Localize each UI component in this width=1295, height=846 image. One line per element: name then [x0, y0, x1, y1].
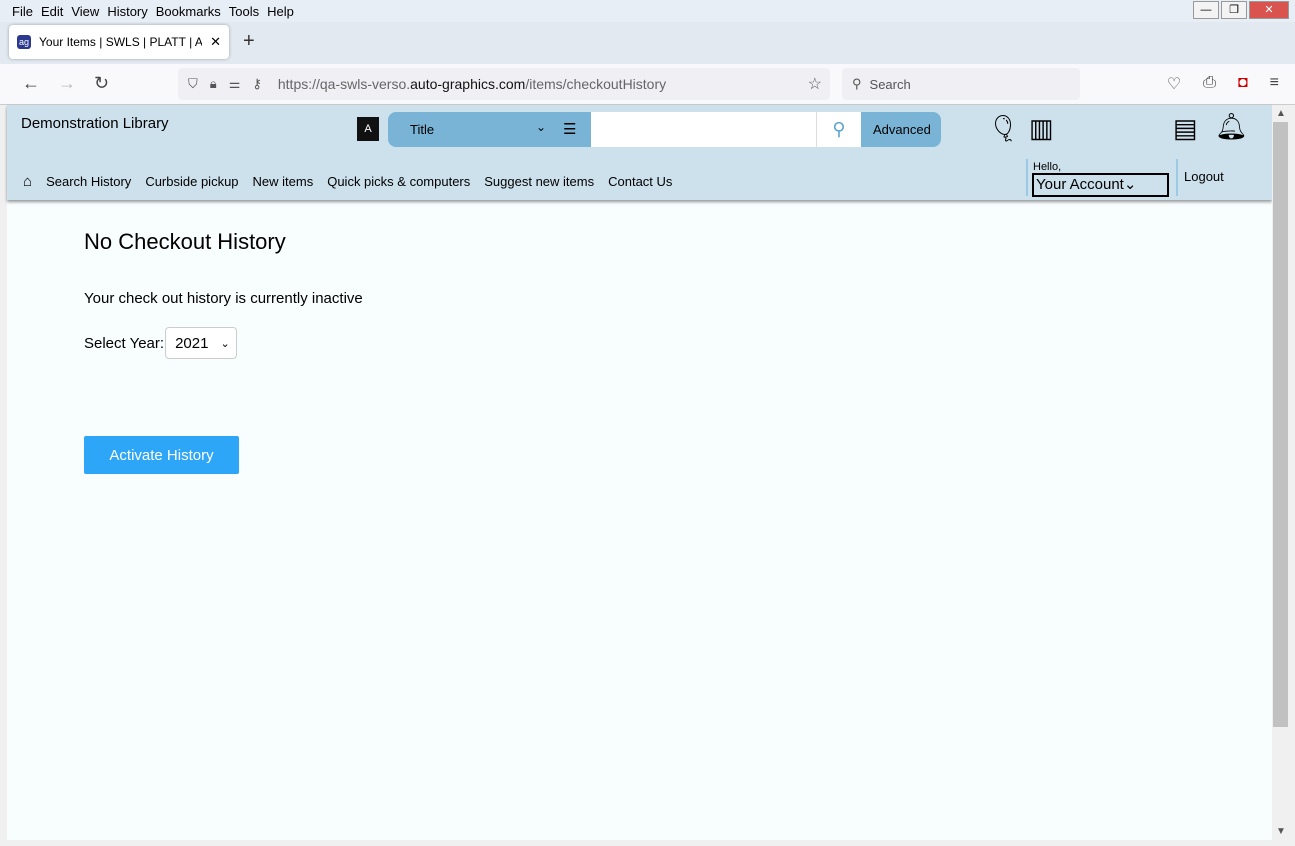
- book-search-icon[interactable]: ▥: [1029, 113, 1054, 144]
- address-bar[interactable]: ⛉ 🔒︎ ⚌ ⚷ https://qa-swls-verso.auto-grap…: [178, 68, 830, 100]
- shield-icon[interactable]: ⛉: [188, 76, 198, 92]
- url-text: https://qa-swls-verso.auto-graphics.com/…: [277, 76, 667, 92]
- nav-quick-picks[interactable]: Quick picks & computers: [327, 174, 470, 189]
- list-icon[interactable]: ▤: [1173, 113, 1198, 144]
- bookmark-star-icon[interactable]: ☆: [808, 74, 822, 94]
- reload-icon[interactable]: ↻: [94, 73, 109, 94]
- balloon-icon[interactable]: 🎈︎: [987, 113, 1020, 144]
- nav-suggest-new-items[interactable]: Suggest new items: [484, 174, 594, 189]
- menu-file[interactable]: File: [12, 4, 33, 19]
- browser-search-input[interactable]: ⚲ Search: [842, 68, 1080, 100]
- search-placeholder: Search: [869, 76, 911, 92]
- account-menu: Hello, Your Account⌄: [1026, 159, 1169, 197]
- nav-search-history[interactable]: Search History: [46, 174, 131, 189]
- search-type-select[interactable]: Title: [410, 122, 434, 137]
- site-favicon-icon: ag: [17, 35, 31, 49]
- chevron-down-icon: ⌄: [220, 337, 230, 350]
- navigation-toolbar: ← → ↻ ⛉ 🔒︎ ⚌ ⚷ https://qa-swls-verso.aut…: [0, 64, 1295, 105]
- back-icon[interactable]: ←: [22, 73, 40, 94]
- library-name: Demonstration Library: [21, 115, 169, 132]
- advanced-search-button[interactable]: Advanced: [873, 122, 931, 137]
- close-tab-icon[interactable]: ✕: [210, 34, 221, 50]
- page-title: No Checkout History: [84, 229, 286, 254]
- page-content: Demonstration Library A Title ⌄ ☰ ⚲ Adva…: [7, 105, 1272, 840]
- year-label: Select Year:: [84, 334, 165, 352]
- menu-history[interactable]: History: [107, 4, 147, 19]
- forward-icon[interactable]: →: [58, 73, 76, 94]
- pocket-icon[interactable]: ♡: [1167, 74, 1181, 94]
- app-menu-icon[interactable]: ≡: [1270, 74, 1279, 94]
- home-icon[interactable]: ⌂: [23, 173, 32, 190]
- activate-history-button[interactable]: Activate History: [84, 436, 239, 474]
- year-select[interactable]: 2021 ⌄: [165, 327, 238, 359]
- chevron-down-icon[interactable]: ⌄: [536, 120, 546, 134]
- tab-bar: ag Your Items | SWLS | PLATT | Auto-Grap…: [0, 22, 1295, 64]
- new-tab-button[interactable]: +: [243, 30, 255, 53]
- extension-icon[interactable]: ◘: [1238, 74, 1248, 94]
- nav-new-items[interactable]: New items: [253, 174, 314, 189]
- permissions-icon[interactable]: ⚌: [229, 76, 241, 92]
- search-button[interactable]: ⚲: [816, 112, 861, 147]
- print-icon[interactable]: ⎙: [1203, 74, 1216, 94]
- scroll-down-icon[interactable]: ▼: [1276, 826, 1286, 837]
- scrollbar-thumb[interactable]: [1273, 122, 1288, 727]
- bell-icon[interactable]: 🔔︎: [1215, 111, 1248, 142]
- hello-label: Hello,: [1033, 161, 1062, 173]
- nav-contact-us[interactable]: Contact Us: [608, 174, 672, 189]
- search-bar: Title ⌄ ☰ ⚲ Advanced: [388, 112, 941, 147]
- menu-bar: File Edit View History Bookmarks Tools H…: [0, 0, 1295, 22]
- menu-view[interactable]: View: [71, 4, 99, 19]
- menu-edit[interactable]: Edit: [41, 4, 63, 19]
- site-nav: ⌂ Search History Curbside pickup New ite…: [23, 173, 672, 190]
- logout-link[interactable]: Logout: [1176, 159, 1224, 196]
- nav-curbside-pickup[interactable]: Curbside pickup: [145, 174, 238, 189]
- menu-tools[interactable]: Tools: [229, 4, 259, 19]
- menu-bookmarks[interactable]: Bookmarks: [156, 4, 221, 19]
- translate-icon[interactable]: A: [357, 117, 379, 141]
- menu-help[interactable]: Help: [267, 4, 294, 19]
- close-window-button[interactable]: ✕: [1249, 1, 1289, 19]
- site-header: Demonstration Library A Title ⌄ ☰ ⚲ Adva…: [7, 105, 1272, 200]
- key-icon[interactable]: ⚷: [252, 76, 262, 92]
- tab-your-items[interactable]: ag Your Items | SWLS | PLATT | Auto-Grap…: [9, 25, 229, 59]
- search-icon: ⚲: [852, 76, 862, 91]
- lock-icon[interactable]: 🔒︎: [210, 76, 217, 92]
- database-icon[interactable]: ☰: [563, 120, 576, 138]
- your-account-dropdown[interactable]: Your Account⌄: [1032, 173, 1169, 197]
- tab-title: Your Items | SWLS | PLATT | Auto-Graphic…: [39, 35, 203, 49]
- status-message: Your check out history is currently inac…: [84, 290, 363, 307]
- scrollbar[interactable]: ▲ ▼: [1272, 105, 1289, 840]
- scroll-up-icon[interactable]: ▲: [1276, 108, 1286, 119]
- minimize-button[interactable]: —: [1193, 1, 1219, 19]
- maximize-button[interactable]: ❐: [1221, 1, 1247, 19]
